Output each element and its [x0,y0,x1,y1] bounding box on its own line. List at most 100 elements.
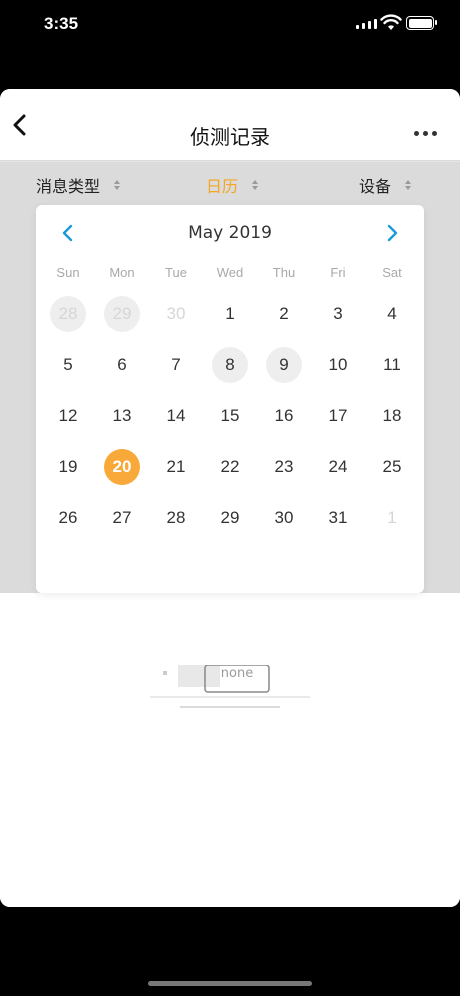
filter-message-type[interactable]: 消息类型 [36,173,121,197]
calendar-day[interactable]: 21 [149,449,203,500]
more-options-icon[interactable] [414,127,442,139]
empty-state-illustration: none [150,665,310,708]
calendar-day-number: 5 [63,355,73,374]
calendar-day-number: 23 [274,457,294,476]
calendar-day[interactable]: 24 [311,449,365,500]
calendar-day[interactable]: 28 [149,500,203,551]
wifi-icon [380,14,402,30]
calendar-day-number: 28 [166,508,186,527]
calendar-day[interactable]: 26 [41,500,95,551]
calendar-day-selected[interactable]: 20 [95,449,149,500]
calendar-day[interactable]: 4 [365,296,419,347]
calendar-day-number: 4 [387,304,397,323]
calendar-picker: May 2019 Sun Mon Tue Wed Thu Fri Sat 28 29 30 1 2 3… [36,205,424,593]
calendar-day[interactable]: 15 [203,398,257,449]
calendar-day[interactable]: 1 [365,500,419,551]
calendar-day[interactable]: 17 [311,398,365,449]
calendar-day-number: 30 [274,508,294,527]
weekday-label: Thu [272,265,296,280]
calendar-day-number: 11 [383,355,401,374]
calendar-day-number: 28 [50,296,86,332]
filter-bar: 消息类型 日历 设备 [0,161,460,205]
calendar-day-number: 6 [117,355,127,374]
calendar-day[interactable]: 5 [41,347,95,398]
home-indicator[interactable] [148,981,312,986]
weekday-label: Sun [56,265,80,280]
calendar-day-number: 8 [212,347,248,383]
calendar-day-number: 22 [220,457,240,476]
calendar-day[interactable]: 23 [257,449,311,500]
calendar-day-number: 1 [225,304,235,323]
calendar-day[interactable]: 13 [95,398,149,449]
calendar-day[interactable]: 29 [95,296,149,347]
calendar-day-number: 1 [387,508,397,527]
calendar-day[interactable]: 31 [311,500,365,551]
calendar-day[interactable]: 6 [95,347,149,398]
calendar-day-number: 30 [166,304,186,323]
calendar-day-number: 20 [104,449,140,485]
calendar-day-number: 24 [328,457,348,476]
calendar-day-number: 16 [274,406,294,425]
detection-records-sheet: 侦测记录 none 消息类型 日历 设备 May 2019 Sun Mon Tu… [0,89,460,907]
calendar-day-number: 13 [112,406,132,425]
calendar-day[interactable]: 8 [203,347,257,398]
page-title: 侦测记录 [190,125,270,149]
calendar-day-number: 9 [266,347,302,383]
calendar-day-number: 3 [333,304,343,323]
calendar-day[interactable]: 25 [365,449,419,500]
calendar-day-number: 29 [220,508,240,527]
calendar-day-number: 12 [58,406,78,425]
weekday-label: Mon [109,265,135,280]
calendar-day-number: 29 [104,296,140,332]
weekday-header-row: Sun Mon Tue Wed Thu Fri Sat [41,265,419,280]
calendar-day[interactable]: 11 [365,347,419,398]
filter-calendar[interactable]: 日历 [206,173,259,197]
filter-label: 日历 [206,177,239,196]
calendar-day[interactable]: 7 [149,347,203,398]
status-bar: 3:35 [0,0,460,50]
calendar-day[interactable]: 30 [257,500,311,551]
calendar-day-number: 19 [58,457,78,476]
weekday-label: Sat [382,265,402,280]
filter-label: 设备 [359,177,392,196]
calendar-day[interactable]: 29 [203,500,257,551]
weekday-label: Fri [330,265,346,280]
sort-arrows-icon [252,180,259,190]
calendar-day-number: 17 [328,406,348,425]
battery-icon [406,16,437,30]
nav-bar: 侦测记录 [0,89,460,161]
weekday-label: Wed [216,265,244,280]
calendar-day-grid: 28 29 30 1 2 3 4 5 6 7 8 9 10 11 12 13 14 15 16 17 18 19 20 21 2… [41,296,419,551]
cellular-signal-icon [356,19,377,29]
calendar-day[interactable]: 12 [41,398,95,449]
calendar-day-number: 2 [279,304,289,323]
filter-label: 消息类型 [36,177,101,196]
calendar-day-number: 14 [166,406,186,425]
calendar-day[interactable]: 3 [311,296,365,347]
calendar-day[interactable]: 27 [95,500,149,551]
calendar-day[interactable]: 10 [311,347,365,398]
status-time: 3:35 [44,14,79,33]
calendar-day-number: 15 [220,406,240,425]
calendar-day[interactable]: 19 [41,449,95,500]
weekday-label: Tue [165,265,187,280]
calendar-day-number: 10 [328,355,348,374]
calendar-day[interactable]: 2 [257,296,311,347]
calendar-day[interactable]: 22 [203,449,257,500]
calendar-day[interactable]: 30 [149,296,203,347]
calendar-day[interactable]: 16 [257,398,311,449]
calendar-day-number: 27 [112,508,132,527]
calendar-day[interactable]: 1 [203,296,257,347]
calendar-day-number: 18 [382,406,402,425]
sort-arrows-icon [114,180,121,190]
calendar-day[interactable]: 28 [41,296,95,347]
none-watermark-text: none [221,666,253,681]
next-month-chevron-icon[interactable] [382,223,402,243]
filter-device[interactable]: 设备 [359,173,412,197]
calendar-day[interactable]: 14 [149,398,203,449]
sort-arrows-icon [405,180,412,190]
calendar-day[interactable]: 9 [257,347,311,398]
calendar-day-number: 21 [166,457,186,476]
calendar-day-number: 31 [328,508,348,527]
calendar-day[interactable]: 18 [365,398,419,449]
